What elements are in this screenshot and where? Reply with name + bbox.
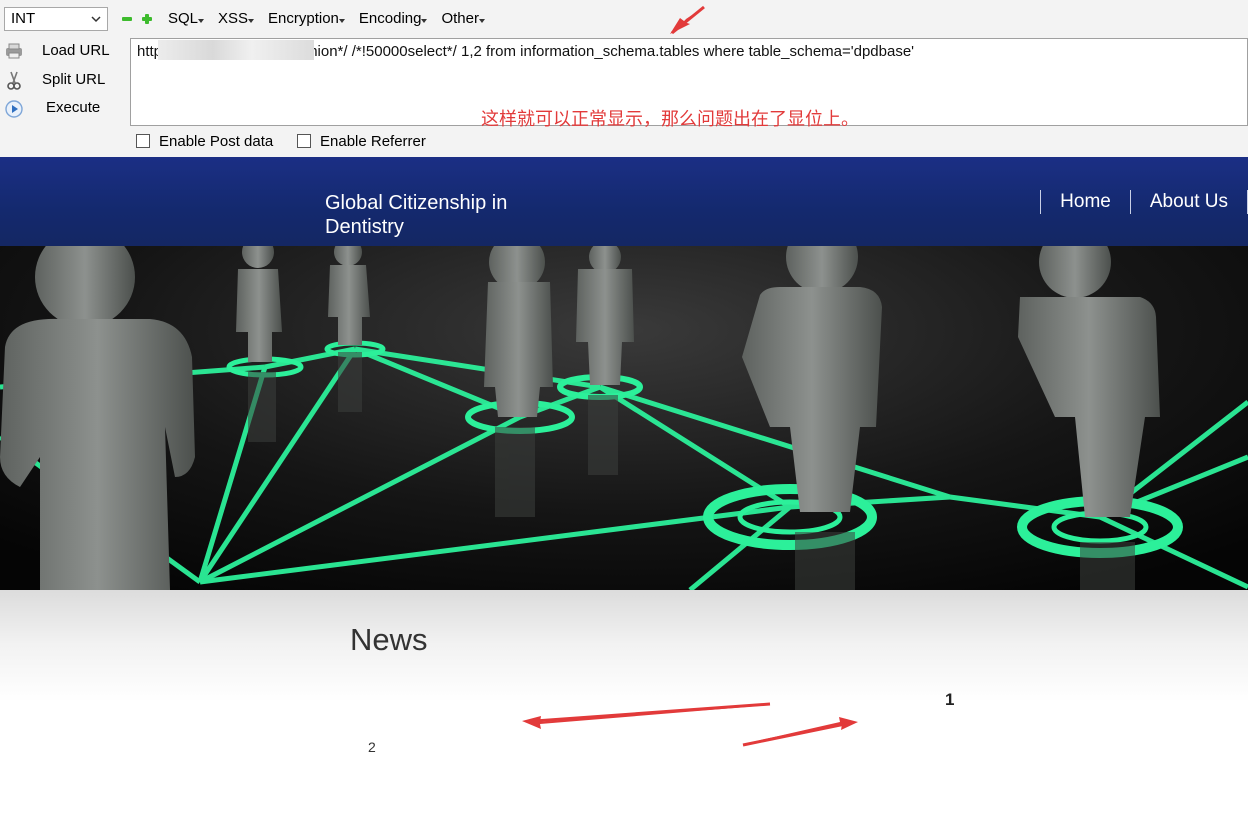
load-url-button[interactable]: Load URL bbox=[0, 39, 125, 63]
split-url-button[interactable]: Split URL bbox=[0, 68, 125, 92]
redacted-url-segment bbox=[158, 40, 314, 60]
main-nav: Home About Us bbox=[1040, 190, 1248, 214]
page-content: News 1 2 bbox=[0, 590, 1248, 839]
site-title[interactable]: Global Citizenship in Dentistry bbox=[325, 191, 555, 239]
nav-about-us[interactable]: About Us bbox=[1129, 190, 1247, 214]
menu-other[interactable]: Other bbox=[441, 10, 485, 27]
nav-home[interactable]: Home bbox=[1040, 190, 1130, 214]
checkbox-box[interactable] bbox=[136, 134, 150, 148]
execute-button[interactable]: Execute bbox=[0, 96, 125, 120]
enable-referrer-label: Enable Referrer bbox=[320, 133, 426, 150]
execute-label: Execute bbox=[46, 99, 101, 116]
hackbar-toolbar: INT SQL XSS Encryption Encoding Other Lo… bbox=[0, 0, 1248, 157]
type-select[interactable]: INT bbox=[4, 7, 108, 31]
zoom-in-icon[interactable] bbox=[141, 12, 153, 24]
hackbar-menu: SQL XSS Encryption Encoding Other bbox=[168, 10, 485, 27]
enable-post-label: Enable Post data bbox=[159, 133, 274, 150]
site-header: Global Citizenship in Dentistry Home Abo… bbox=[0, 157, 1248, 246]
split-url-label: Split URL bbox=[42, 71, 106, 88]
zoom-out-icon[interactable] bbox=[121, 12, 133, 24]
menu-sql[interactable]: SQL bbox=[168, 10, 205, 27]
type-select-value: INT bbox=[11, 10, 36, 27]
scissors-icon bbox=[4, 71, 24, 90]
menu-encryption[interactable]: Encryption bbox=[268, 10, 345, 27]
injected-value-1: 1 bbox=[945, 690, 955, 709]
news-heading: News bbox=[350, 622, 428, 657]
injected-value-2: 2 bbox=[368, 739, 376, 755]
load-url-label: Load URL bbox=[42, 42, 110, 59]
annotation-note: 这样就可以正常显示，那么问题出在了显位上。 bbox=[481, 109, 859, 130]
menu-xss[interactable]: XSS bbox=[218, 10, 255, 27]
chevron-down-icon bbox=[90, 8, 102, 39]
play-icon bbox=[4, 99, 24, 118]
load-url-icon bbox=[4, 42, 24, 60]
checkbox-box[interactable] bbox=[297, 134, 311, 148]
menu-encoding[interactable]: Encoding bbox=[359, 10, 428, 27]
